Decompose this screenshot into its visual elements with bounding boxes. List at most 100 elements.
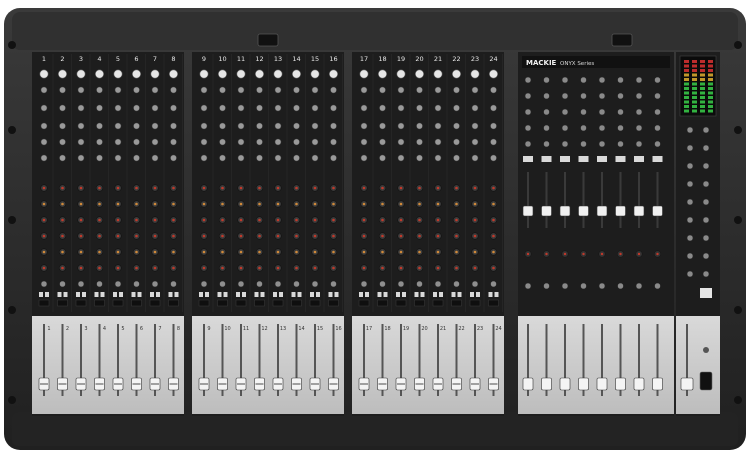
knob-cap-icon [313, 218, 317, 222]
solo-button-icon [297, 292, 302, 297]
assign-button-icon [432, 299, 444, 307]
return-knob-icon [561, 282, 569, 290]
solo-button-icon [205, 292, 209, 297]
aux-knob-icon [237, 104, 245, 112]
knob-cap-icon [239, 266, 243, 270]
fader-number-label: 16 [335, 326, 341, 332]
group-button-icon [541, 156, 552, 162]
pan-knob-icon [200, 280, 208, 288]
knob-cap-icon [153, 234, 157, 238]
knob-cap-icon [545, 252, 548, 256]
aux-knob-icon [379, 104, 386, 112]
knob-cap-icon [313, 234, 317, 238]
knob-cap-icon [656, 252, 659, 256]
aux-knob-icon [170, 86, 177, 94]
aux-knob-icon [416, 104, 423, 112]
channel-number-label: 13 [274, 55, 282, 63]
knob-cap-icon [399, 218, 403, 222]
mute-button-icon [199, 292, 203, 297]
fader-number-label: 22 [458, 326, 464, 332]
aux-knob-icon [200, 138, 208, 146]
aux-knob-icon [133, 122, 140, 130]
mute-button-icon [168, 292, 173, 297]
pan-knob-icon [114, 280, 122, 288]
knob-cap-icon [473, 250, 477, 254]
knob-cap-icon [79, 202, 83, 206]
matrix-knob-icon [617, 124, 624, 132]
assign-button-icon [358, 299, 370, 307]
mute-button-icon [254, 292, 259, 297]
aux-knob-icon [471, 122, 479, 130]
fader-number-label: 24 [495, 326, 501, 332]
fader-cap-icon [559, 205, 571, 217]
knob-cap-icon [436, 266, 440, 270]
aux-knob-icon [133, 86, 140, 94]
pan-knob-icon [274, 280, 282, 288]
solo-button-icon [82, 292, 86, 297]
mute-button-icon [217, 292, 222, 297]
solo-button-icon [223, 292, 228, 297]
knob-cap-icon [116, 186, 120, 190]
knob-cap-icon [42, 186, 46, 190]
aux-knob-icon [379, 138, 386, 146]
knob-cap-icon [221, 250, 224, 254]
matrix-knob-icon [524, 108, 532, 116]
assign-button-icon [328, 299, 339, 307]
channel-number-label: 22 [452, 55, 460, 63]
master-knob-icon [702, 216, 710, 224]
aux-knob-icon [397, 154, 405, 162]
knob-cap-icon [221, 266, 224, 270]
mixing-console-photo: MACKIE ONYX Series 1 1 2 2 3 3 4 4 5 5 6 6 7 7 8 8 9 9 10 1… [0, 0, 750, 458]
aux-knob-icon [237, 122, 245, 130]
matrix-knob-icon [524, 92, 532, 100]
knob-cap-icon [313, 186, 317, 190]
pan-knob-icon [416, 280, 423, 288]
aux-knob-icon [453, 154, 460, 162]
solo-button-icon [100, 292, 105, 297]
gain-knob-icon [470, 69, 480, 79]
fader-cap-icon [596, 205, 608, 217]
matrix-knob-icon [598, 124, 606, 132]
meter-led [684, 60, 689, 63]
aux-knob-icon [490, 122, 497, 130]
master-knob-icon [702, 180, 710, 188]
solo-button-icon [45, 292, 49, 297]
master-knob-icon [702, 126, 710, 134]
matrix-knob-icon [654, 108, 661, 116]
knob-cap-icon [42, 234, 46, 238]
assign-button-icon [57, 299, 68, 307]
assign-button-icon [94, 299, 105, 307]
channel-number-label: 11 [237, 55, 245, 63]
knob-cap-icon [79, 266, 83, 270]
solo-button-icon [420, 292, 425, 297]
aux-knob-icon [237, 86, 245, 94]
knob-cap-icon [399, 250, 403, 254]
channel-number-label: 17 [360, 55, 368, 63]
knob-cap-icon [362, 266, 366, 270]
knob-cap-icon [381, 202, 384, 206]
knob-cap-icon [239, 234, 243, 238]
aux-knob-icon [311, 154, 319, 162]
pan-knob-icon [471, 280, 479, 288]
pan-knob-icon [219, 280, 226, 288]
knob-cap-icon [135, 250, 138, 254]
channel-number-label: 2 [60, 55, 64, 63]
group-button-icon [634, 156, 644, 162]
knob-cap-icon [153, 202, 157, 206]
aux-knob-icon [274, 122, 282, 130]
channel-number-label: 21 [434, 55, 442, 63]
knob-cap-icon [381, 250, 384, 254]
fader-number-label: 11 [243, 326, 249, 332]
assign-button-icon [235, 299, 247, 307]
aux-knob-icon [453, 122, 460, 130]
matrix-knob-icon [635, 92, 643, 100]
fader-number-label: 23 [477, 326, 483, 332]
assign-button-icon [309, 299, 321, 307]
pan-knob-icon [397, 280, 405, 288]
knob-cap-icon [399, 266, 403, 270]
aux-knob-icon [200, 86, 208, 94]
aux-knob-icon [293, 122, 300, 130]
fader-number-label: 20 [421, 326, 427, 332]
knob-cap-icon [362, 250, 366, 254]
mute-button-icon [291, 292, 296, 297]
